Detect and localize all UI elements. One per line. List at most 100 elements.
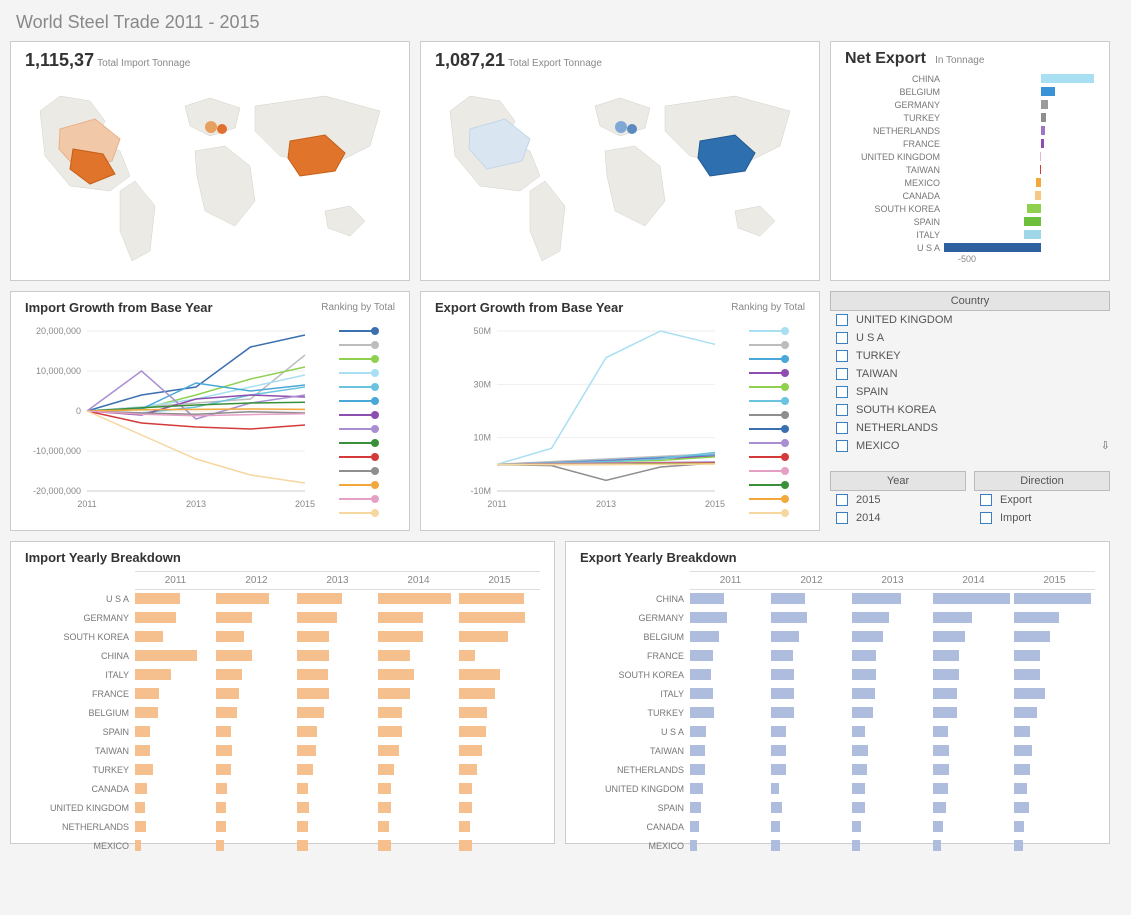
breakdown-cell[interactable] [771,780,852,797]
breakdown-cell[interactable] [771,666,852,683]
filter-option[interactable]: 2014 [830,509,966,527]
breakdown-cell[interactable] [1014,799,1095,816]
breakdown-cell[interactable] [459,799,540,816]
filter-option[interactable]: MEXICO [830,437,1110,455]
filter-option[interactable]: TAIWAN [830,365,1110,383]
breakdown-cell[interactable] [216,704,297,721]
breakdown-cell[interactable] [933,628,1014,645]
legend-item[interactable] [339,380,399,394]
checkbox-icon[interactable] [836,440,848,452]
breakdown-cell[interactable] [459,780,540,797]
filter-year-header[interactable]: Year [830,471,966,491]
breakdown-cell[interactable] [933,799,1014,816]
world-map-export[interactable] [435,71,805,266]
import-growth-chart[interactable]: -20,000,000-10,000,000010,000,00020,000,… [25,321,315,511]
breakdown-cell[interactable] [690,780,771,797]
breakdown-cell[interactable] [135,609,216,626]
breakdown-cell[interactable] [135,837,216,854]
breakdown-cell[interactable] [1014,685,1095,702]
legend-item[interactable] [339,338,399,352]
checkbox-icon[interactable] [836,404,848,416]
breakdown-cell[interactable] [852,837,933,854]
breakdown-cell[interactable] [852,647,933,664]
legend-item[interactable] [339,408,399,422]
breakdown-cell[interactable] [135,590,216,607]
checkbox-icon[interactable] [836,332,848,344]
breakdown-cell[interactable] [690,818,771,835]
breakdown-cell[interactable] [933,685,1014,702]
legend-item[interactable] [749,436,809,450]
legend-item[interactable] [339,366,399,380]
filter-country-header[interactable]: Country [830,291,1110,311]
breakdown-cell[interactable] [378,837,459,854]
checkbox-icon[interactable] [836,368,848,380]
filter-option[interactable]: SPAIN [830,383,1110,401]
breakdown-cell[interactable] [1014,628,1095,645]
breakdown-cell[interactable] [933,666,1014,683]
breakdown-cell[interactable] [216,780,297,797]
breakdown-cell[interactable] [690,685,771,702]
breakdown-cell[interactable] [135,761,216,778]
net-export-row[interactable]: NETHERLANDS [845,124,1095,137]
legend-item[interactable] [749,338,809,352]
breakdown-cell[interactable] [933,723,1014,740]
breakdown-cell[interactable] [297,761,378,778]
breakdown-cell[interactable] [1014,666,1095,683]
breakdown-cell[interactable] [297,780,378,797]
filter-option[interactable]: SOUTH KOREA [830,401,1110,419]
breakdown-cell[interactable] [459,742,540,759]
breakdown-cell[interactable] [216,590,297,607]
breakdown-cell[interactable] [771,742,852,759]
breakdown-cell[interactable] [459,628,540,645]
breakdown-cell[interactable] [852,780,933,797]
breakdown-cell[interactable] [378,609,459,626]
breakdown-cell[interactable] [378,666,459,683]
breakdown-cell[interactable] [297,799,378,816]
breakdown-cell[interactable] [933,761,1014,778]
breakdown-cell[interactable] [771,799,852,816]
breakdown-cell[interactable] [378,761,459,778]
checkbox-icon[interactable] [836,350,848,362]
breakdown-cell[interactable] [852,704,933,721]
net-export-row[interactable]: SOUTH KOREA [845,202,1095,215]
breakdown-cell[interactable] [771,704,852,721]
breakdown-cell[interactable] [216,818,297,835]
breakdown-cell[interactable] [933,742,1014,759]
legend-item[interactable] [749,394,809,408]
breakdown-cell[interactable] [771,723,852,740]
breakdown-cell[interactable] [378,780,459,797]
breakdown-cell[interactable] [216,837,297,854]
legend-item[interactable] [749,492,809,506]
breakdown-cell[interactable] [216,609,297,626]
legend-item[interactable] [339,450,399,464]
export-breakdown-chart[interactable]: 20112012201320142015CHINAGERMANYBELGIUMF… [580,571,1095,856]
breakdown-cell[interactable] [216,742,297,759]
legend-item[interactable] [749,408,809,422]
breakdown-cell[interactable] [459,609,540,626]
filter-option[interactable]: Import [974,509,1110,527]
filter-option[interactable]: Export [974,491,1110,509]
breakdown-cell[interactable] [1014,704,1095,721]
breakdown-cell[interactable] [852,590,933,607]
breakdown-cell[interactable] [459,704,540,721]
breakdown-cell[interactable] [459,761,540,778]
breakdown-cell[interactable] [378,723,459,740]
breakdown-cell[interactable] [933,818,1014,835]
filter-option[interactable]: NETHERLANDS [830,419,1110,437]
net-export-row[interactable]: CANADA [845,189,1095,202]
breakdown-cell[interactable] [135,723,216,740]
breakdown-cell[interactable] [690,590,771,607]
filter-option[interactable]: 2015 [830,491,966,509]
breakdown-cell[interactable] [1014,590,1095,607]
net-export-row[interactable]: SPAIN [845,215,1095,228]
breakdown-cell[interactable] [459,837,540,854]
breakdown-cell[interactable] [135,742,216,759]
breakdown-cell[interactable] [690,761,771,778]
breakdown-cell[interactable] [135,666,216,683]
breakdown-cell[interactable] [135,685,216,702]
breakdown-cell[interactable] [216,628,297,645]
breakdown-cell[interactable] [135,628,216,645]
legend-item[interactable] [339,422,399,436]
world-map-import[interactable] [25,71,395,266]
breakdown-cell[interactable] [1014,818,1095,835]
